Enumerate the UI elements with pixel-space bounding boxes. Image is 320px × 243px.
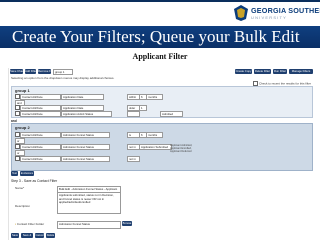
- remove-filter-button[interactable]: Remove Filter: [38, 69, 51, 74]
- group-1-label: group 1: [15, 88, 30, 93]
- unit-select[interactable]: months: [146, 94, 163, 100]
- unit-select[interactable]: months: [146, 132, 163, 138]
- bottom-actions: Save Save & Run Cancel Delete: [9, 233, 315, 242]
- filter-row: Contact Attribute Admission Funnel Statu…: [15, 132, 311, 138]
- check-recent-label: Check to recent the results for this fil…: [258, 81, 311, 86]
- delete-filter-button[interactable]: Delete Filter: [254, 69, 271, 74]
- filter-row: Contact Attribute Application Admit Stat…: [15, 111, 311, 117]
- add-filter-button[interactable]: Add Filter: [25, 69, 36, 74]
- browse-button[interactable]: Browse: [122, 221, 132, 226]
- field-select[interactable]: Admission Funnel Status: [61, 156, 110, 162]
- field-select[interactable]: Admission Funnel Status: [61, 144, 110, 150]
- title-banner: Create Your Filters; Queue your Bulk Edi…: [0, 26, 320, 48]
- embedded-screenshot: Save Changes Add Filter Remove Filter gr…: [8, 68, 315, 242]
- delete-button[interactable]: Delete: [46, 233, 55, 238]
- name-label: Name*: [15, 186, 25, 190]
- filter-row: Contact Attribute Application Date older…: [15, 105, 311, 111]
- filter-group-1: group 1 Contact Attribute Application Da…: [11, 86, 313, 118]
- filter-row: Contact Attribute Admission Funnel Statu…: [15, 144, 311, 150]
- panel-title: Applicant Filter: [132, 52, 188, 61]
- folder-input[interactable]: Admission Funnel Status: [57, 221, 121, 229]
- save-button[interactable]: Save: [11, 233, 19, 238]
- attribute-select[interactable]: Contact Attribute: [20, 111, 61, 117]
- operator-select[interactable]: not in: [127, 156, 140, 162]
- operator-select[interactable]: [127, 111, 140, 117]
- attribute-select[interactable]: Contact Attribute: [20, 132, 61, 138]
- cancel-button[interactable]: Cancel: [35, 233, 44, 238]
- brand-sub: UNIVERSITY: [251, 15, 288, 20]
- brand-name: GEORGIA SOUTHERN: [251, 6, 320, 15]
- attribute-select[interactable]: Contact Attribute: [20, 94, 61, 100]
- slide-title: Create Your Filters; Queue your Bulk Edi…: [12, 27, 300, 46]
- field-select[interactable]: Application Admit Status: [61, 111, 112, 117]
- exclusions-button[interactable]: Exclusions: [20, 171, 34, 176]
- save-changes-button[interactable]: Save Changes: [10, 69, 23, 74]
- eagle-icon: [234, 5, 248, 21]
- save-run-button[interactable]: Save & Run: [21, 233, 33, 242]
- description-label: Description: [15, 204, 31, 208]
- field-select[interactable]: Application Date: [61, 94, 104, 100]
- group-2-label: group 2: [15, 125, 30, 130]
- step-heading: Step 3 - Save as Contact Filter: [11, 179, 58, 183]
- university-logo: GEORGIA SOUTHERN UNIVERSITY: [234, 3, 320, 25]
- run-filter-button[interactable]: Run Filter: [273, 69, 287, 74]
- filter-row: Contact Attribute Admission Funnel Statu…: [15, 156, 311, 162]
- value-select[interactable]: Application Submitted: [139, 144, 172, 150]
- description-textarea[interactable]: Applicants submitted, status not in Deci…: [57, 192, 121, 214]
- value-select[interactable]: Admitted: [160, 111, 183, 117]
- filter-row: Contact Attribute Application Date withi…: [15, 94, 311, 100]
- attribute-select[interactable]: Contact Attribute: [20, 144, 61, 150]
- filter-group-2: group 2 Contact Attribute Admission Funn…: [11, 123, 313, 171]
- folder-label: ▪ Contact Filter Folder: [15, 222, 44, 226]
- create-copy-button[interactable]: Create Copy: [235, 69, 252, 74]
- attribute-select[interactable]: Contact Attribute: [20, 156, 61, 162]
- folder-icon: ▪: [15, 222, 17, 226]
- field-select[interactable]: Admission Funnel Status: [61, 132, 110, 138]
- manage-filters-button[interactable]: Manage Filters: [289, 69, 313, 74]
- filter-toolbar: Save Changes Add Filter Remove Filter gr…: [9, 68, 315, 75]
- group-select[interactable]: group 1: [53, 69, 73, 75]
- test-button[interactable]: Test: [11, 171, 18, 176]
- value-note: Applicant Admitted, Applicant Enrolled, …: [170, 144, 193, 153]
- folder-label-text: Contact Filter Folder: [16, 222, 45, 226]
- help-text: Selecting an option from the dropdown me…: [11, 76, 115, 80]
- top-accent-bar: [0, 0, 320, 2]
